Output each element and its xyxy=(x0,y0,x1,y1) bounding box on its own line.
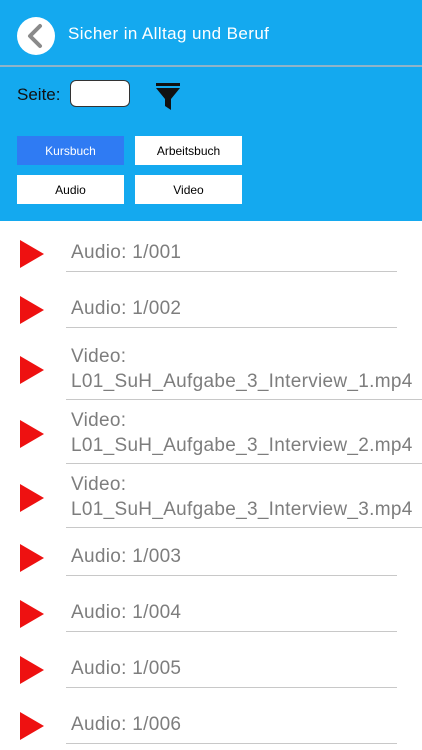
item-title: Video: xyxy=(71,474,127,495)
filter-kursbuch-button[interactable]: Kursbuch xyxy=(17,136,124,165)
item-title: Video: xyxy=(71,346,127,367)
item-divider xyxy=(66,743,397,744)
play-icon[interactable] xyxy=(20,356,44,384)
item-divider xyxy=(66,463,422,464)
page-input[interactable] xyxy=(70,80,130,107)
play-icon[interactable] xyxy=(20,240,44,268)
play-icon[interactable] xyxy=(20,296,44,324)
item-title: Audio: 1/005 xyxy=(71,658,182,679)
item-title: Audio: 1/006 xyxy=(71,714,182,735)
item-title: Audio: 1/004 xyxy=(71,602,182,623)
header-divider xyxy=(0,65,422,67)
item-divider xyxy=(66,687,397,688)
item-title: Video: xyxy=(71,410,127,431)
item-title: Audio: 1/002 xyxy=(71,298,182,319)
item-divider xyxy=(66,631,397,632)
item-filename: L01_SuH_Aufgabe_3_Interview_1.mp4 xyxy=(71,371,413,392)
play-icon[interactable] xyxy=(20,600,44,628)
top-bar: Sicher in Alltag und Beruf xyxy=(0,0,422,66)
item-title: Audio: 1/003 xyxy=(71,546,182,567)
item-title: Audio: 1/001 xyxy=(71,242,182,263)
play-icon[interactable] xyxy=(20,484,44,512)
play-icon[interactable] xyxy=(20,712,44,740)
item-filename: L01_SuH_Aufgabe_3_Interview_2.mp4 xyxy=(71,435,413,456)
item-filename: L01_SuH_Aufgabe_3_Interview_3.mp4 xyxy=(71,499,413,520)
page-label: Seite: xyxy=(17,85,61,104)
item-divider xyxy=(66,575,397,576)
back-button[interactable] xyxy=(17,17,55,55)
play-icon[interactable] xyxy=(20,544,44,572)
item-divider xyxy=(66,399,422,400)
play-icon[interactable] xyxy=(20,656,44,684)
item-divider xyxy=(66,271,397,272)
item-divider xyxy=(66,527,422,528)
play-icon[interactable] xyxy=(20,420,44,448)
item-divider xyxy=(66,327,397,328)
page-title: Sicher in Alltag und Beruf xyxy=(68,24,270,43)
filter-arbeitsbuch-button[interactable]: Arbeitsbuch xyxy=(135,136,242,165)
header-panel: Sicher in Alltag und Beruf Seite: Kursbu… xyxy=(0,0,422,221)
filter-video-button[interactable]: Video xyxy=(135,175,242,204)
filter-audio-button[interactable]: Audio xyxy=(17,175,124,204)
funnel-icon[interactable] xyxy=(155,82,181,112)
chevron-left-icon xyxy=(28,24,42,48)
